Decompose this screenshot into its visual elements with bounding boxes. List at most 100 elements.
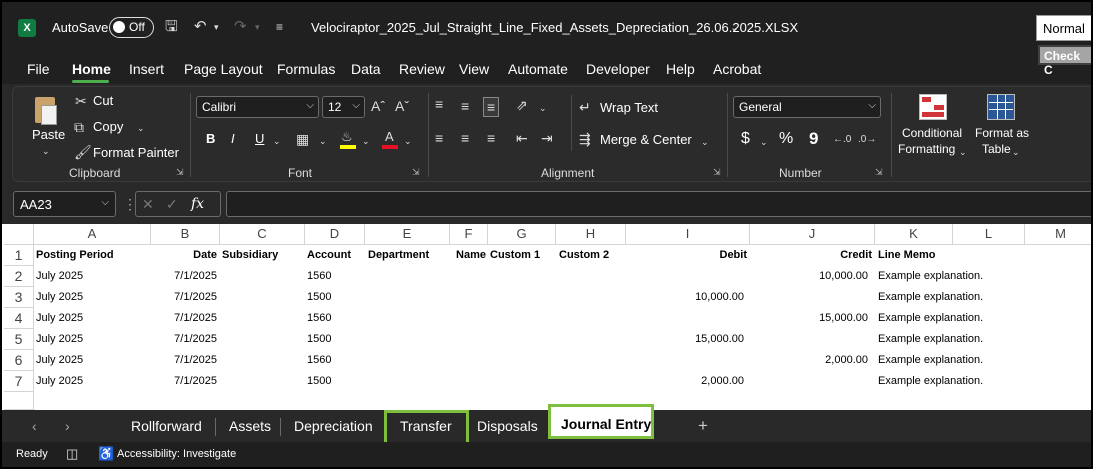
row-header[interactable]: 7	[4, 371, 34, 392]
cell-mode-icon[interactable]: ◫	[66, 446, 78, 462]
autosave-toggle[interactable]: Off	[109, 17, 154, 38]
number-format-select[interactable]: General ⌵	[733, 96, 881, 118]
middle-align-icon[interactable]: ≡	[461, 98, 469, 114]
header-account[interactable]: Account	[307, 245, 351, 266]
number-launcher-icon[interactable]: ⇲	[875, 167, 883, 178]
insert-function-button[interactable]: fx	[191, 196, 204, 212]
column-header-i[interactable]: I	[626, 224, 750, 245]
fill-color-icon[interactable]: ♨	[340, 129, 356, 149]
menu-developer[interactable]: Developer	[586, 61, 650, 77]
clipboard-launcher-icon[interactable]: ⇲	[176, 167, 184, 178]
paste-icon[interactable]	[33, 93, 61, 125]
cell-credit[interactable]	[750, 371, 868, 392]
name-box[interactable]: AA23 ⌵	[13, 191, 116, 217]
increase-indent-icon[interactable]: ⇥	[541, 130, 553, 146]
cell-account[interactable]: 1500	[307, 287, 331, 308]
menu-formulas[interactable]: Formulas	[277, 61, 335, 77]
format-as-table-line1[interactable]: Format as	[975, 126, 1029, 140]
header-custom1[interactable]: Custom 1	[490, 245, 540, 266]
menu-page-layout[interactable]: Page Layout	[184, 61, 263, 77]
bottom-align-icon[interactable]: ≡	[483, 97, 500, 117]
cut-button[interactable]: Cut	[93, 93, 113, 108]
decrease-font-icon[interactable]: Aˇ	[395, 98, 409, 114]
cell-debit[interactable]	[626, 308, 744, 329]
decrease-decimal-icon[interactable]: .0→	[858, 132, 876, 148]
font-size-select[interactable]: 12 ⌵	[322, 96, 365, 118]
cell-period[interactable]: July 2025	[36, 308, 83, 329]
tab-disposals[interactable]: Disposals	[477, 418, 538, 434]
cell-date[interactable]: 7/1/2025	[151, 266, 217, 287]
header-name[interactable]: Name	[450, 245, 486, 266]
cell-memo[interactable]: Example explanation.	[878, 266, 983, 287]
wrap-text-button[interactable]: Wrap Text	[600, 100, 658, 115]
increase-font-icon[interactable]: Aˆ	[371, 98, 385, 114]
underline-button[interactable]: U	[255, 131, 264, 146]
cell-date[interactable]: 7/1/2025	[151, 350, 217, 371]
undo-icon[interactable]: ↶	[194, 18, 207, 36]
row-header[interactable]: 6	[4, 350, 34, 371]
cell-memo[interactable]: Example explanation.	[878, 287, 983, 308]
cell-date[interactable]: 7/1/2025	[151, 287, 217, 308]
row-header[interactable]: 5	[4, 329, 34, 350]
borders-dropdown-icon[interactable]: ⌄	[319, 133, 327, 149]
cell-memo[interactable]: Example explanation.	[878, 350, 983, 371]
cell-credit[interactable]	[750, 329, 868, 350]
menu-acrobat[interactable]: Acrobat	[713, 61, 761, 77]
column-header-c[interactable]: C	[220, 224, 305, 245]
italic-button[interactable]: I	[231, 131, 235, 146]
column-header-h[interactable]: H	[556, 224, 626, 245]
scroll-right-icon[interactable]: ›	[65, 418, 70, 434]
customize-toolbar-icon[interactable]: ≡	[276, 18, 283, 36]
row-header[interactable]: 1	[4, 245, 34, 266]
header-date[interactable]: Date	[151, 245, 217, 266]
row-header[interactable]: 3	[4, 287, 34, 308]
comma-button[interactable]: 9	[809, 129, 818, 149]
column-header-l[interactable]: L	[953, 224, 1025, 245]
cell-debit[interactable]: 15,000.00	[626, 329, 744, 350]
cell-memo[interactable]: Example explanation.	[878, 329, 983, 350]
currency-button[interactable]: $	[741, 130, 750, 148]
borders-icon[interactable]: ▦	[296, 131, 309, 147]
menu-data[interactable]: Data	[351, 61, 381, 77]
document-title[interactable]: Velociraptor_2025_Jul_Straight_Line_Fixe…	[311, 20, 798, 35]
style-normal[interactable]: Normal	[1036, 15, 1091, 41]
menu-automate[interactable]: Automate	[508, 61, 568, 77]
cell-debit[interactable]	[626, 350, 744, 371]
cell-memo[interactable]: Example explanation.	[878, 371, 983, 392]
undo-dropdown-icon[interactable]: ▾	[214, 18, 219, 36]
cell-date[interactable]: 7/1/2025	[151, 371, 217, 392]
header-posting-period[interactable]: Posting Period	[36, 245, 114, 266]
accessibility-status[interactable]: Accessibility: Investigate	[117, 448, 236, 460]
merge-center-button[interactable]: Merge & Center	[600, 132, 692, 147]
menu-insert[interactable]: Insert	[129, 61, 164, 77]
align-right-icon[interactable]: ≡	[487, 130, 495, 146]
cell-memo[interactable]: Example explanation.	[878, 308, 983, 329]
column-header-g[interactable]: G	[488, 224, 556, 245]
align-left-icon[interactable]: ≡	[435, 130, 443, 146]
increase-decimal-icon[interactable]: ←.0	[833, 132, 851, 148]
tab-depreciation[interactable]: Depreciation	[294, 418, 373, 434]
cell-period[interactable]: July 2025	[36, 329, 83, 350]
cell-date[interactable]: 7/1/2025	[151, 308, 217, 329]
header-debit[interactable]: Debit	[626, 245, 748, 266]
top-align-icon[interactable]: ≡	[435, 96, 443, 112]
cell-credit[interactable]: 10,000.00	[750, 266, 868, 287]
format-as-table-line2[interactable]: Table	[982, 142, 1011, 156]
column-header-b[interactable]: B	[151, 224, 220, 245]
cell-period[interactable]: July 2025	[36, 287, 83, 308]
accessibility-icon[interactable]: ♿	[98, 446, 114, 462]
percent-button[interactable]: %	[779, 130, 793, 148]
font-launcher-icon[interactable]: ⇲	[412, 167, 420, 178]
copy-dropdown-icon[interactable]: ⌄	[137, 120, 145, 136]
cell-account[interactable]: 1500	[307, 371, 331, 392]
redo-icon[interactable]: ↷	[234, 18, 247, 36]
currency-dropdown-icon[interactable]: ⌄	[760, 134, 768, 150]
cell-debit[interactable]	[626, 266, 744, 287]
cell-account[interactable]: 1560	[307, 266, 331, 287]
conditional-formatting-line2[interactable]: Formatting	[898, 142, 955, 156]
font-color-icon[interactable]: A	[382, 129, 398, 149]
paste-dropdown-icon[interactable]: ⌄	[42, 143, 50, 159]
tab-transfer[interactable]: Transfer	[400, 418, 452, 434]
cell-period[interactable]: July 2025	[36, 350, 83, 371]
cancel-icon[interactable]: ✕	[142, 196, 154, 212]
